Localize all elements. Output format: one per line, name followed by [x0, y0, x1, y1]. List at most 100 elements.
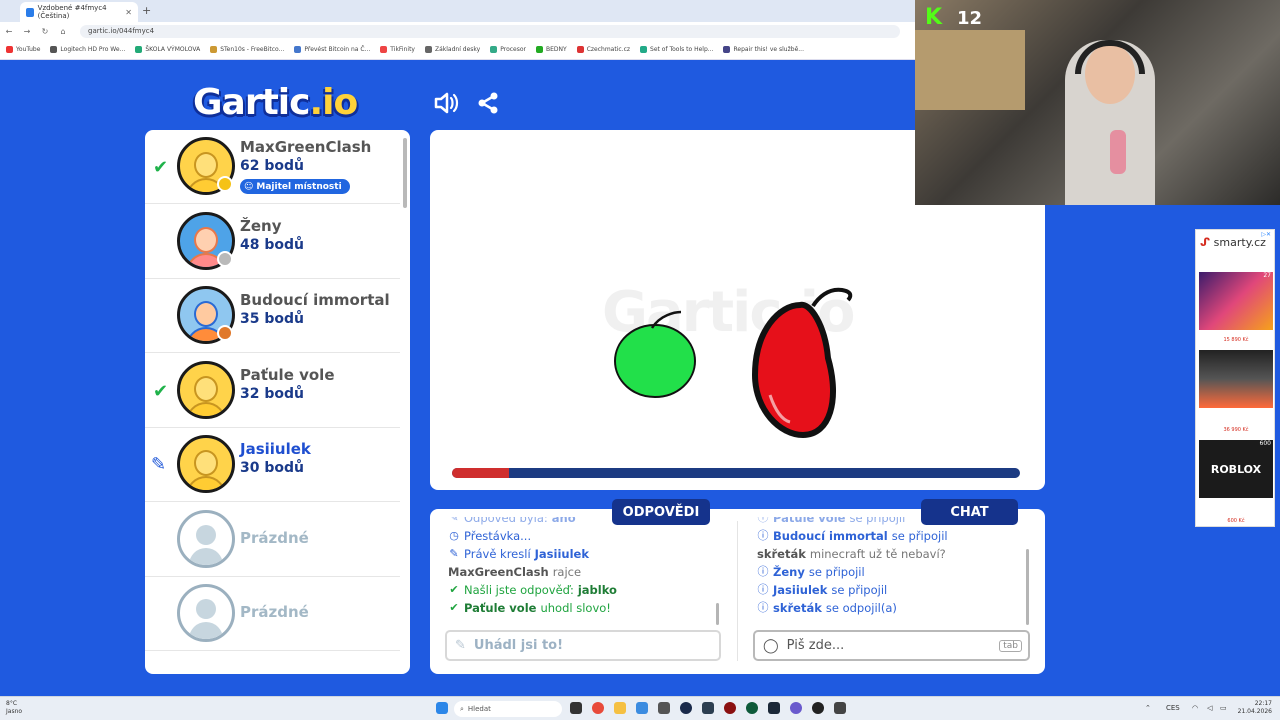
discord-icon[interactable] [790, 702, 802, 714]
clock-icon: ◷ [449, 529, 459, 542]
chat-user: Ženy [773, 565, 805, 579]
ad-corner-label: 600 [1259, 440, 1271, 447]
file-explorer-icon[interactable] [614, 702, 626, 714]
log-line: ✎ Právě kreslí Jasiiulek [448, 545, 718, 563]
answer-input-placeholder: Uhádl jsi to! [473, 638, 564, 653]
battery-icon[interactable]: ▭ [1220, 704, 1227, 712]
url-field[interactable]: gartic.io/044fmyc4 [80, 24, 900, 38]
player-score: 30 bodů [240, 460, 304, 476]
ad-brand-text: smarty.cz [1213, 236, 1266, 249]
bookmark-favicon-icon [50, 46, 58, 53]
chat-line: ⓘ Budoucí immortal se připojil [757, 527, 1027, 545]
app-icon[interactable] [812, 702, 824, 714]
bookmark-item[interactable]: YouTube [6, 46, 40, 53]
app-icon[interactable] [834, 702, 846, 714]
bookmark-item[interactable]: Logitech HD Pro We... [50, 46, 125, 53]
chrome-icon[interactable] [592, 702, 604, 714]
log-text: Našli jste odpověď: [464, 583, 574, 597]
pencil-icon: ✎ [449, 547, 459, 560]
player-score: 35 bodů [240, 311, 304, 327]
app-icon[interactable] [636, 702, 648, 714]
chat-log: ⓘ Paťule vole se připojil ⓘ Budoucí immortal… [757, 517, 1027, 627]
app-icon[interactable] [746, 702, 758, 714]
tab-answers[interactable]: ODPOVĚDI [612, 499, 710, 525]
speaker-icon[interactable] [433, 90, 459, 116]
log-text: Odpověď byla: [464, 517, 548, 525]
tab-chat[interactable]: CHAT [921, 499, 1018, 525]
bookmark-label: STen10s - FreeBitco... [220, 46, 285, 53]
task-view-icon[interactable] [570, 702, 582, 714]
player-name: Prázdné [240, 603, 309, 621]
viewer-count: 12 [957, 8, 983, 29]
weather-widget[interactable]: 8°C Jasno [6, 700, 22, 716]
chat-user: Budoucí immortal [773, 529, 888, 543]
logo-suffix: .io [309, 82, 358, 123]
log-message: rajce [552, 565, 582, 579]
tab-close-icon[interactable]: ✕ [125, 8, 132, 17]
chat-user: Jasiiulek [773, 583, 828, 597]
home-icon[interactable]: ⌂ [54, 27, 72, 36]
ad-pc-image[interactable] [1199, 350, 1273, 408]
player-row[interactable]: ✔ Paťule vole 32 bodů [145, 354, 400, 428]
player-name: Jasiiulek [240, 440, 311, 458]
bookmark-item[interactable]: Převést Bitcoin na Č... [294, 46, 370, 53]
bookmark-item[interactable]: Set of Tools to Help... [640, 46, 713, 53]
answer-input[interactable]: ✎ Uhádl jsi to! [445, 630, 721, 661]
player-name: Budoucí immortal [240, 291, 390, 309]
chat-input[interactable]: ◯ Piš zde... tab [753, 630, 1030, 661]
browser-tab[interactable]: Vzdobené #4fmyc4 (Čeština) ✕ [20, 2, 138, 22]
chat-line: skřeták minecraft už tě nebaví? [757, 545, 1027, 563]
player-row[interactable]: ✎ Jasiiulek 30 bodů [145, 428, 400, 502]
bookmark-item[interactable]: ŠKOLA VÝMOLOVA [135, 46, 200, 53]
chat-message: minecraft už tě nebaví? [809, 547, 946, 561]
info-icon: ⓘ [757, 565, 769, 578]
bookmark-favicon-icon [6, 46, 13, 53]
taskbar-search[interactable]: ⌕ Hledat [454, 701, 562, 717]
bookmark-item[interactable]: BEDNY [536, 46, 567, 53]
new-tab-icon[interactable]: + [142, 4, 151, 17]
steam-icon[interactable] [768, 702, 780, 714]
player-row[interactable]: Ženy 48 bodů [145, 205, 400, 279]
chat-bubble-icon: ◯ [763, 637, 779, 654]
chat-scrollbar[interactable] [1026, 549, 1029, 625]
player-row[interactable]: ✔ MaxGreenClash 62 bodů ☺ Majitel místnosti [145, 130, 400, 204]
ad-monitor-image[interactable]: 27 [1199, 272, 1273, 330]
ad-banner[interactable]: ▷✕ ᔑ smarty.cz 27 15 890 Kč 36 990 Kč RO… [1195, 229, 1275, 527]
volume-icon[interactable]: ◁ [1207, 704, 1212, 712]
windows-taskbar: 8°C Jasno ⌕ Hledat ⌃ CES ◠ ◁ ▭ 22:17 21.… [0, 696, 1280, 720]
app-icon[interactable] [724, 702, 736, 714]
app-icon[interactable] [702, 702, 714, 714]
bookmark-item[interactable]: Procesor [490, 46, 526, 53]
check-icon: ✔ [449, 583, 459, 596]
back-icon[interactable]: ← [0, 27, 18, 36]
keyboard-lang[interactable]: CES [1166, 704, 1180, 712]
green-apple-drawing [614, 310, 696, 398]
app-icon[interactable] [658, 702, 670, 714]
players-scrollbar[interactable] [403, 138, 407, 208]
forward-icon[interactable]: → [18, 27, 36, 36]
avatar [177, 584, 235, 642]
bookmark-item[interactable]: Základní desky [424, 46, 480, 53]
ad-roblox-image[interactable]: ROBLOX 600 [1199, 440, 1273, 498]
info-icon: ⓘ [757, 583, 769, 596]
player-row[interactable]: Prázdné [145, 503, 400, 577]
log-line: MaxGreenClash rajce [448, 563, 718, 581]
share-icon[interactable] [475, 90, 501, 116]
start-icon[interactable] [436, 702, 448, 714]
bookmark-item[interactable]: Repair this! ve službě... [723, 46, 804, 53]
player-row[interactable]: Budoucí immortal 35 bodů [145, 279, 400, 353]
reload-icon[interactable]: ↻ [36, 27, 54, 36]
answers-log: ✎ Odpověď byla: ano ◷ Přestávka... ✎ Právě kre… [448, 517, 718, 627]
wifi-icon[interactable]: ◠ [1192, 704, 1198, 712]
tray-chevron-icon[interactable]: ⌃ [1145, 704, 1151, 712]
info-icon: ⓘ [757, 517, 769, 524]
answers-scrollbar[interactable] [716, 603, 719, 625]
bookmark-item[interactable]: TikFinity [380, 46, 415, 53]
bookmark-item[interactable]: Czechmatic.cz [576, 46, 630, 53]
player-row[interactable]: Prázdné [145, 577, 400, 651]
bookmark-label: Logitech HD Pro We... [60, 46, 126, 53]
status-dot [217, 325, 233, 341]
clock[interactable]: 22:17 21.04.2026 [1238, 700, 1272, 716]
bookmark-item[interactable]: STen10s - FreeBitco... [210, 46, 284, 53]
app-icon[interactable] [680, 702, 692, 714]
